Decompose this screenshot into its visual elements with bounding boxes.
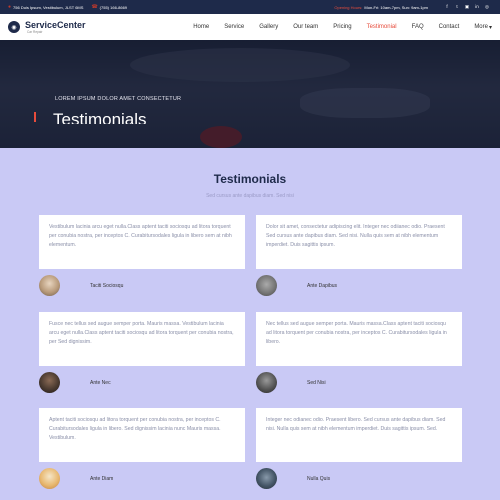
facebook-icon[interactable]: f [442, 4, 452, 10]
nav-item-home[interactable]: Home [193, 24, 209, 31]
phone-info[interactable]: ☎ (755) 166-8669 [91, 4, 127, 10]
avatar [256, 468, 277, 489]
twitter-icon[interactable]: t [452, 4, 462, 10]
author-name: Nulla Quis [307, 475, 331, 482]
top-contact-bar: ● 756 Duis Ipsum, Vestibulum, JLST 6MS ☎… [0, 0, 500, 14]
avatar [39, 372, 60, 393]
avatar [256, 275, 277, 296]
testimonial-card: Dolor sit amet, consectetur adipiscing e… [256, 215, 462, 269]
testimonial-author: Ante Dapibus [256, 275, 337, 296]
nav-item-our-team[interactable]: Our team [293, 24, 318, 31]
site-logo[interactable]: ◉ ServiceCenter Car Repair [8, 20, 86, 34]
author-name: Ante Nec [90, 379, 111, 386]
hero-subtitle: LOREM IPSUM DOLOR AMET CONSECTETUR [55, 96, 182, 102]
nav-item-pricing[interactable]: Pricing [333, 24, 351, 31]
hero-banner: LOREM IPSUM DOLOR AMET CONSECTETUR Testi… [0, 40, 500, 148]
nav-item-service[interactable]: Service [224, 24, 244, 31]
testimonial-text: Aptent taciti sociosqu ad litora torquen… [49, 417, 221, 441]
hero-accent-bar [34, 112, 36, 122]
social-links: f t ▣ in ◎ [442, 4, 492, 10]
dribbble-icon[interactable]: ◎ [482, 4, 492, 10]
testimonial-author: Nulla Quis [256, 468, 330, 489]
author-name: Ante Diam [90, 475, 114, 482]
address-text: 756 Duis Ipsum, Vestibulum, JLST 6MS [13, 4, 84, 10]
author-name: Sed Nisi [307, 379, 326, 386]
avatar [39, 275, 60, 296]
nav-item-faq[interactable]: FAQ [412, 24, 424, 31]
testimonial-author: Sed Nisi [256, 372, 326, 393]
nav-item-more[interactable]: More [474, 24, 488, 31]
testimonial-card: Aptent taciti sociosqu ad litora torquen… [39, 408, 245, 462]
author-name: Ante Dapibus [307, 282, 338, 289]
address-info: ● 756 Duis Ipsum, Vestibulum, JLST 6MS [8, 4, 83, 10]
avatar [39, 468, 60, 489]
section-subtitle: Sed cursus ante dapibus diam. Sed nisi [206, 193, 294, 199]
testimonial-text: Fusce nec tellus sed augue semper porta.… [49, 321, 234, 345]
testimonial-text: Vestibulum lacinia arcu eget nulla.Class… [49, 224, 232, 248]
testimonial-author: Taciti Sociosqu [39, 275, 123, 296]
author-name: Taciti Sociosqu [90, 282, 124, 289]
hero-title: Testimonials [53, 110, 147, 124]
avatar [256, 372, 277, 393]
nav-item-gallery[interactable]: Gallery [259, 24, 278, 31]
nav-menu: Home Service Gallery Our team Pricing Testimo… [178, 24, 492, 31]
testimonial-text: Dolor sit amet, consectetur adipiscing e… [266, 224, 445, 248]
main-navigation: ◉ ServiceCenter Car Repair Home Service Ga… [0, 14, 500, 40]
car-icon: ◉ [8, 21, 20, 33]
testimonial-card: Fusce nec tellus sed augue semper porta.… [39, 312, 245, 366]
testimonial-card: Integer nec odianec odio. Praesent liber… [256, 408, 462, 462]
testimonial-text: Integer nec odianec odio. Praesent liber… [266, 417, 446, 432]
testimonial-card: Vestibulum lacinia arcu eget nulla.Class… [39, 215, 245, 269]
brand-name: ServiceCenter [25, 20, 86, 30]
opening-hours-text: Mon-Fri: 10am-7pm, Sun: 9am-1pm [364, 4, 428, 10]
chevron-down-icon[interactable]: ▾ [489, 24, 492, 31]
phone-text[interactable]: (755) 166-8669 [100, 5, 127, 10]
linkedin-icon[interactable]: in [472, 4, 482, 10]
map-marker-icon: ● [8, 4, 12, 10]
brand-tagline: Car Repair [27, 30, 43, 34]
testimonial-text: Nec tellus sed augue semper porta. Mauri… [266, 321, 447, 345]
nav-item-testimonial[interactable]: Testimonial [367, 24, 397, 31]
nav-item-contact[interactable]: Contact [439, 24, 460, 31]
section-title: Testimonials [213, 172, 287, 186]
testimonial-card: Nec tellus sed augue semper porta. Mauri… [256, 312, 462, 366]
testimonial-author: Ante Diam [39, 468, 113, 489]
instagram-icon[interactable]: ▣ [462, 4, 472, 10]
phone-icon: ☎ [91, 4, 98, 10]
opening-hours: Opening Hours: Mon-Fri: 10am-7pm, Sun: 9… [334, 5, 428, 10]
testimonial-author: Ante Nec [39, 372, 111, 393]
opening-hours-label: Opening Hours: [334, 4, 363, 10]
